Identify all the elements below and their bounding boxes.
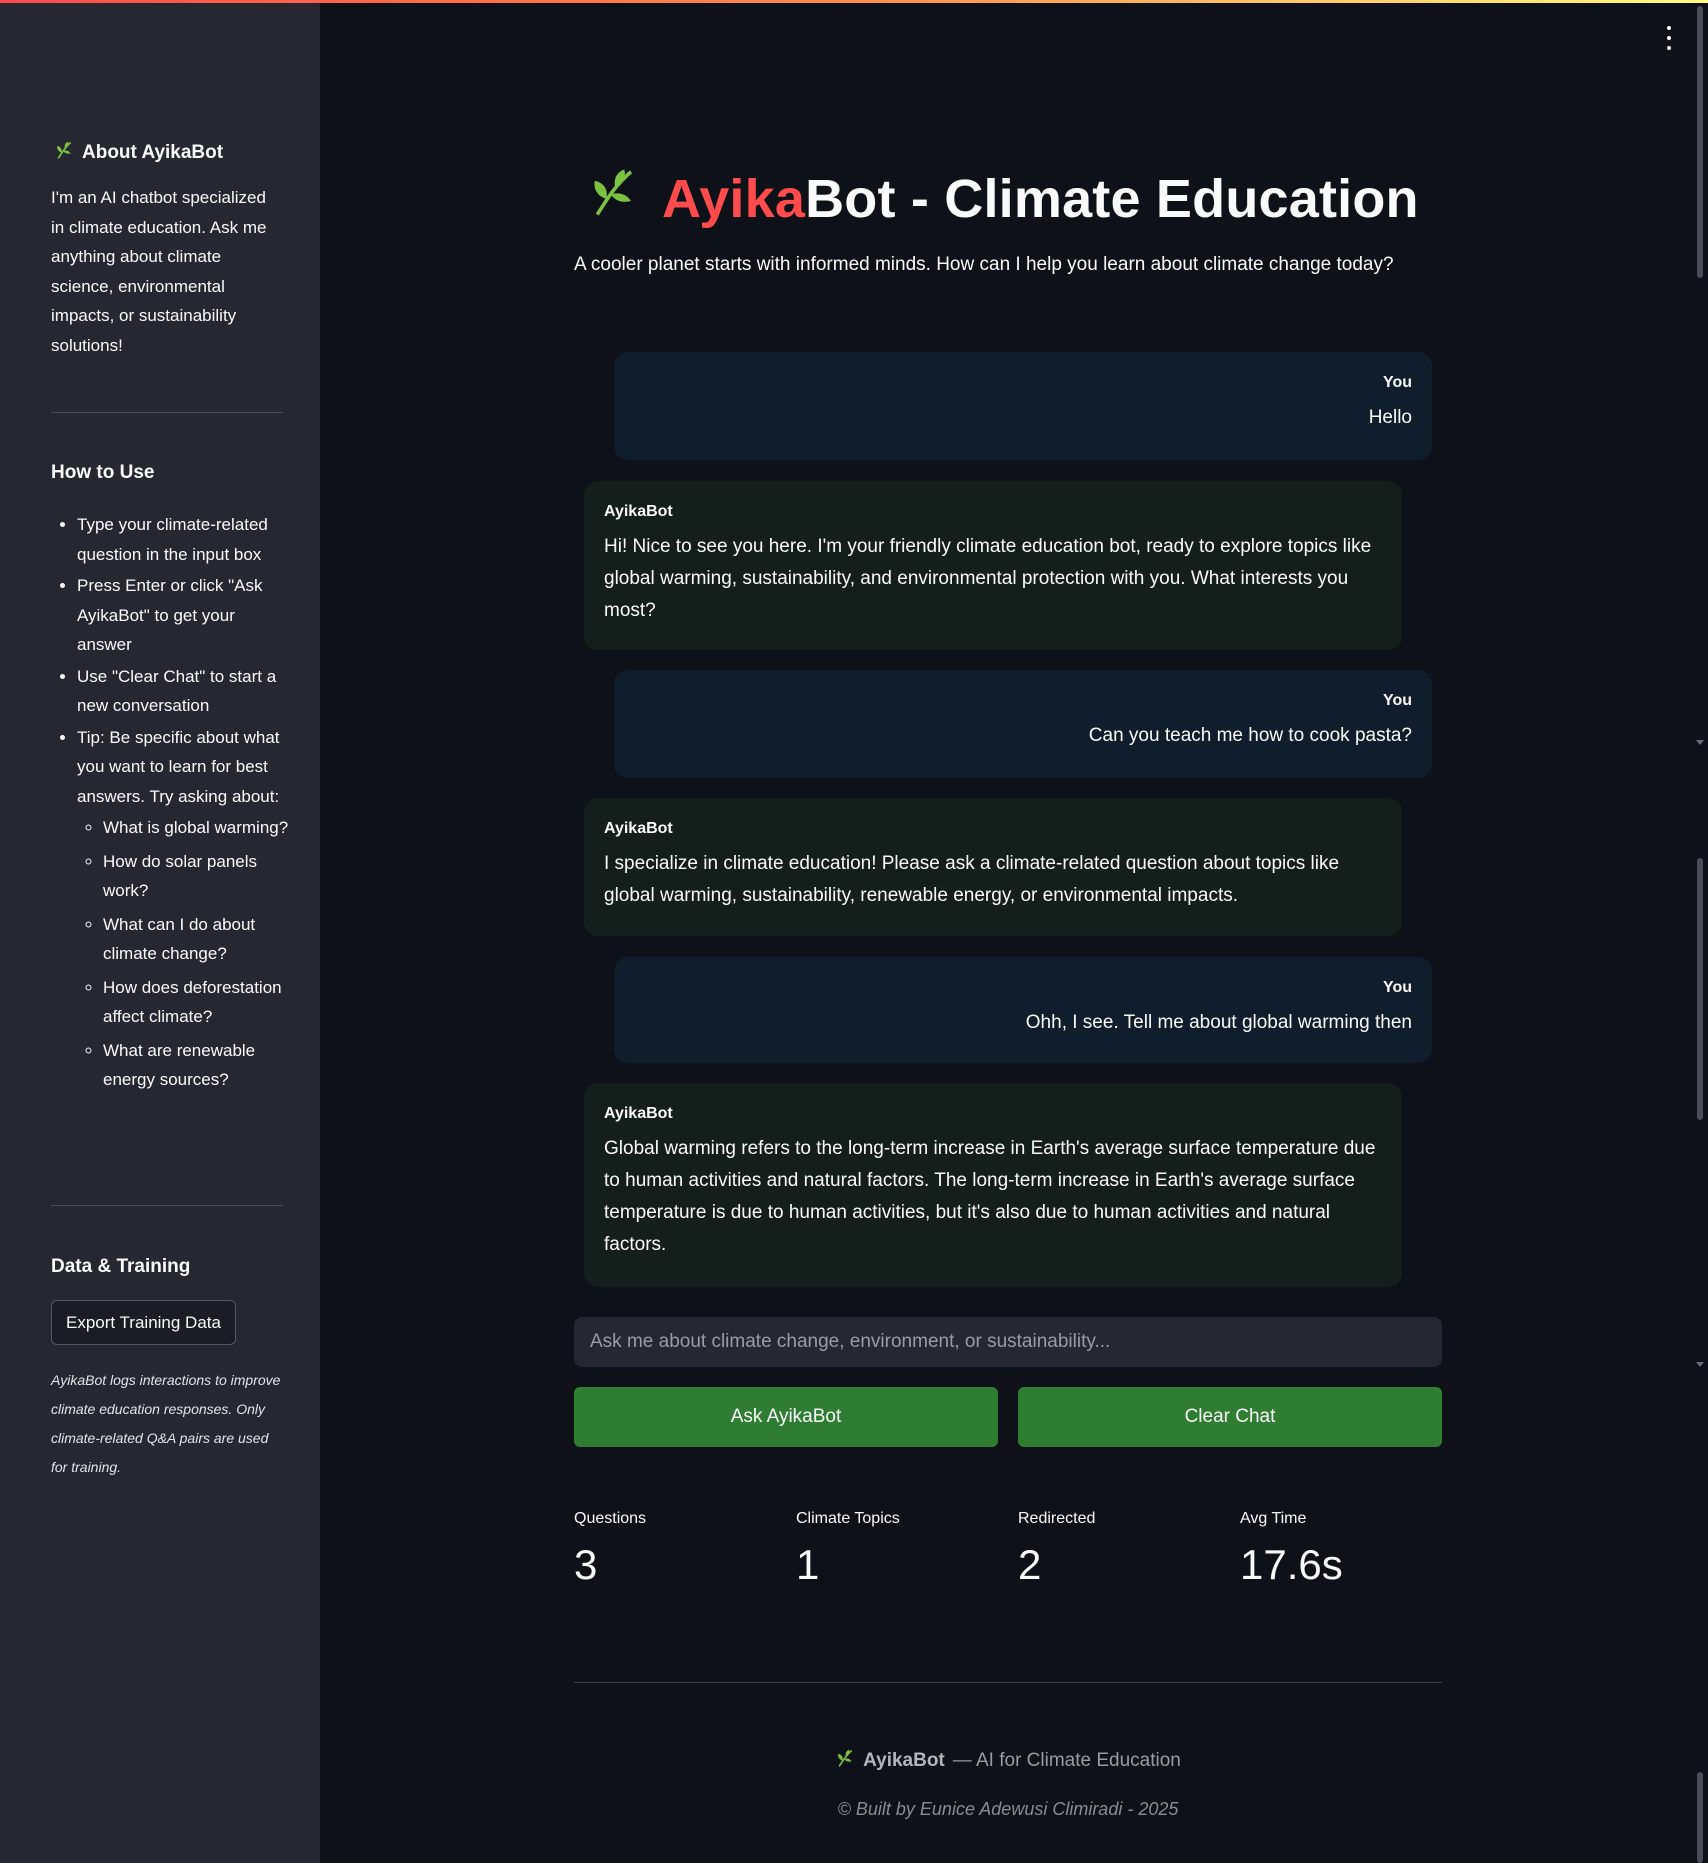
footer-credit: © Built by Eunice Adewusi Climiradi - 20… xyxy=(837,1799,1179,1819)
example-questions-list: What is global warming? How do solar pan… xyxy=(77,813,291,1095)
training-note: AyikaBot logs interactions to improve cl… xyxy=(51,1372,281,1475)
metric-climate-topics: Climate Topics 1 xyxy=(796,1510,996,1588)
message-sender: AyikaBot xyxy=(604,820,673,837)
sidebar: About AyikaBot I'm an AI chatbot special… xyxy=(0,0,320,1863)
example-question: What is global warming? xyxy=(103,813,291,843)
data-training-title: Data & Training xyxy=(51,1256,191,1277)
about-title-text: About AyikaBot xyxy=(82,142,224,163)
scrollbar-thumb[interactable] xyxy=(1697,1772,1703,1863)
example-question: What can I do about climate change? xyxy=(103,910,291,969)
message-sender: AyikaBot xyxy=(604,503,673,520)
about-description: I'm an AI chatbot specialized in climate… xyxy=(51,188,267,355)
message-text: Global warming refers to the long-term i… xyxy=(604,1138,1376,1255)
list-item: Use "Clear Chat" to start a new conversa… xyxy=(77,662,291,721)
about-title: About AyikaBot xyxy=(54,140,223,166)
ask-button[interactable]: Ask AyikaBot xyxy=(574,1387,998,1447)
list-item: Press Enter or click "Ask AyikaBot" to g… xyxy=(77,571,291,660)
leaf-icon xyxy=(586,165,640,232)
how-to-use-title: How to Use xyxy=(51,462,155,483)
message-text: Hello xyxy=(1368,407,1412,428)
leaf-icon xyxy=(54,140,74,166)
metric-value: 2 xyxy=(1018,1541,1042,1588)
footer-tagline: AyikaBot — AI for Climate Education xyxy=(574,1748,1442,1774)
example-question: What are renewable energy sources? xyxy=(103,1036,291,1095)
main-content: AyikaBot - Climate Education A cooler pl… xyxy=(574,0,1442,1863)
message-sender: AyikaBot xyxy=(604,1105,673,1122)
metric-avg-time: Avg Time 17.6s xyxy=(1240,1510,1440,1588)
bot-message: AyikaBot Hi! Nice to see you here. I'm y… xyxy=(584,481,1402,650)
footer-brand: AyikaBot xyxy=(863,1750,945,1771)
footer-tagline-text: — AI for Climate Education xyxy=(952,1750,1181,1771)
example-question: How do solar panels work? xyxy=(103,847,291,906)
clear-chat-button[interactable]: Clear Chat xyxy=(1018,1387,1442,1447)
metric-label: Avg Time xyxy=(1240,1510,1307,1527)
how-to-use-list: Type your climate-related question in th… xyxy=(51,510,291,1099)
list-item: Type your climate-related question in th… xyxy=(77,510,291,569)
metric-value: 3 xyxy=(574,1541,598,1588)
bot-message: AyikaBot Global warming refers to the lo… xyxy=(584,1083,1402,1287)
message-text: Can you teach me how to cook pasta? xyxy=(1088,725,1412,746)
bot-message: AyikaBot I specialize in climate educati… xyxy=(584,798,1402,936)
title-rest: Bot - Climate Education xyxy=(805,168,1419,229)
message-sender: You xyxy=(1382,979,1412,996)
message-sender: You xyxy=(1382,692,1412,709)
scrollbar-thumb[interactable] xyxy=(1697,6,1703,278)
metric-label: Questions xyxy=(574,1510,647,1527)
user-message: You Can you teach me how to cook pasta? xyxy=(614,670,1432,778)
sidebar-divider xyxy=(51,1205,283,1206)
page-title: AyikaBot - Climate Education xyxy=(586,165,1419,232)
user-message: You Ohh, I see. Tell me about global war… xyxy=(614,957,1432,1063)
leaf-icon xyxy=(835,1748,855,1774)
top-accent-bar xyxy=(0,0,1708,3)
chat-input[interactable] xyxy=(574,1317,1442,1367)
scrollbar[interactable] xyxy=(1693,0,1708,1863)
metric-label: Redirected xyxy=(1018,1510,1096,1527)
example-question: How does deforestation affect climate? xyxy=(103,973,291,1032)
metric-redirected: Redirected 2 xyxy=(1018,1510,1218,1588)
metric-label: Climate Topics xyxy=(796,1510,900,1527)
message-text: Hi! Nice to see you here. I'm your frien… xyxy=(604,536,1372,621)
message-text: Ohh, I see. Tell me about global warming… xyxy=(1025,1012,1412,1033)
message-text: I specialize in climate education! Pleas… xyxy=(604,853,1340,906)
sidebar-divider xyxy=(51,412,283,413)
title-highlight: Ayika xyxy=(662,168,806,229)
main-menu-icon[interactable] xyxy=(1660,26,1678,50)
scroll-down-arrow-icon[interactable] xyxy=(1696,740,1704,745)
page-subtitle: A cooler planet starts with informed min… xyxy=(574,254,1394,275)
user-message: You Hello xyxy=(614,352,1432,460)
metric-questions: Questions 3 xyxy=(574,1510,774,1588)
metric-value: 17.6s xyxy=(1240,1541,1343,1588)
message-sender: You xyxy=(1382,374,1412,391)
footer-divider xyxy=(574,1682,1442,1683)
scrollbar-thumb[interactable] xyxy=(1697,858,1703,1120)
list-item: Tip: Be specific about what you want to … xyxy=(77,723,291,1095)
metric-value: 1 xyxy=(796,1541,820,1588)
export-training-data-button[interactable]: Export Training Data xyxy=(51,1300,236,1345)
scroll-down-arrow-icon[interactable] xyxy=(1696,1362,1704,1367)
tip-text: Tip: Be specific about what you want to … xyxy=(77,727,280,806)
